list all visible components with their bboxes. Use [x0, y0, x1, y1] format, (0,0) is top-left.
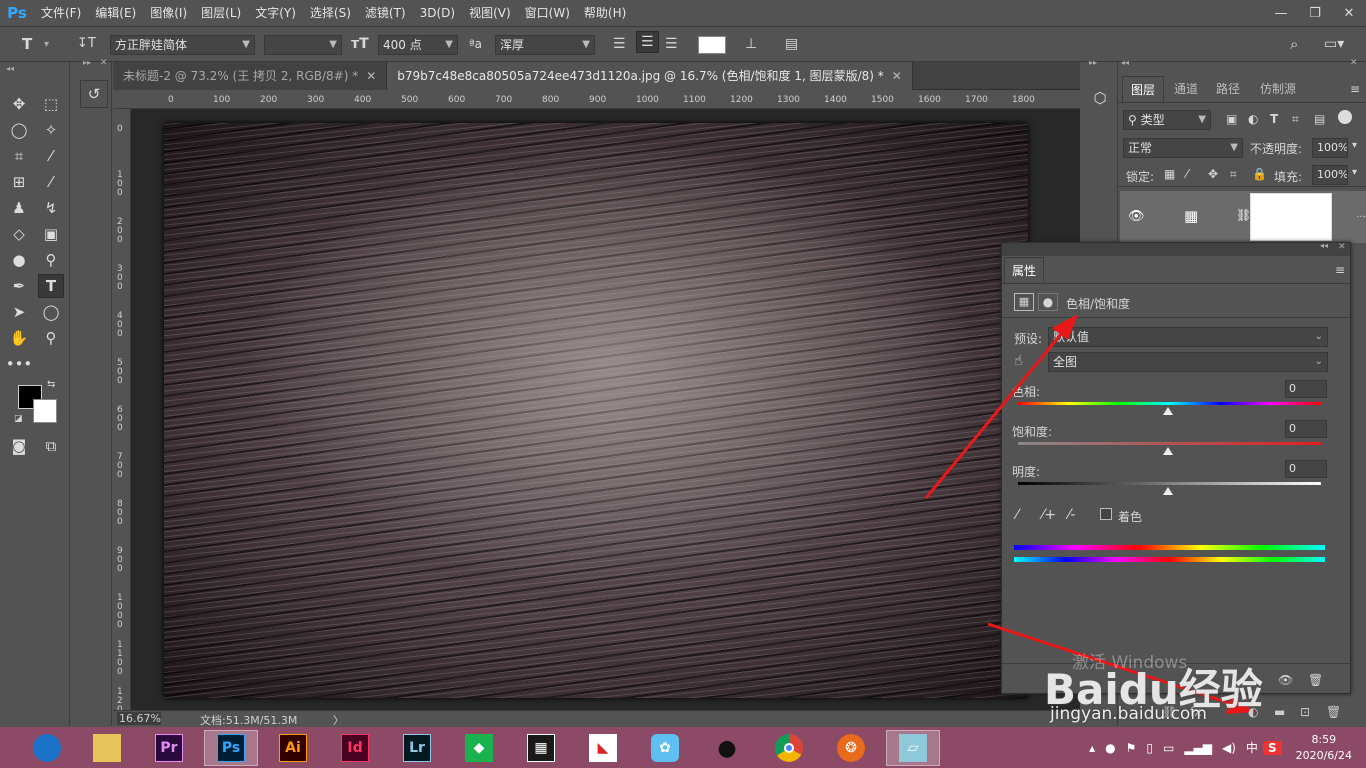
- new-adjustment-icon[interactable]: ◐: [1248, 705, 1258, 719]
- taskbar-app-illustrator[interactable]: Ai: [266, 730, 320, 766]
- taskbar-app-file-explorer[interactable]: [80, 730, 134, 766]
- clock-date: 2020/6/24: [1295, 748, 1352, 762]
- taskbar-app-green[interactable]: ◆: [452, 730, 506, 766]
- arrow-head: [1052, 314, 1078, 340]
- new-layer-icon[interactable]: ⊡: [1300, 705, 1310, 719]
- taskbar-app-qq[interactable]: ●: [700, 730, 754, 766]
- battery-icon[interactable]: ▭: [1158, 741, 1179, 755]
- chevron-up-icon[interactable]: ▴: [1084, 741, 1100, 755]
- indesign-icon: Id: [341, 734, 369, 762]
- ime-indicator[interactable]: 中: [1241, 739, 1263, 756]
- taskbar-app-photoshop[interactable]: Ps: [204, 730, 258, 766]
- fx-icon[interactable]: fx: [1190, 705, 1201, 719]
- usb-icon[interactable]: ▯: [1141, 741, 1158, 755]
- clock[interactable]: 8:59 2020/6/24: [1282, 732, 1366, 764]
- qq-tray-icon[interactable]: ●: [1100, 741, 1120, 755]
- taskbar-app-chrome[interactable]: [762, 730, 816, 766]
- clock-time: 8:59: [1311, 732, 1337, 746]
- orange-app-icon: ❂: [837, 734, 865, 762]
- lightroom-icon: Lr: [403, 734, 431, 762]
- folder-icon: [93, 734, 121, 762]
- link-layers-icon[interactable]: ⛓: [1162, 705, 1177, 719]
- arrow-line: [987, 622, 1239, 708]
- windows-taskbar: Pr Ps Ai Id Lr ◆ ▦ ◣ ✿ ● ❂ ▱ ▴ ● ⚑ ▯ ▭ ▂…: [0, 727, 1366, 768]
- sogou-icon[interactable]: S: [1262, 740, 1282, 755]
- annotation-arrows: [924, 314, 1256, 714]
- qq-penguin-icon: ●: [717, 735, 737, 761]
- illustrator-icon: Ai: [279, 734, 307, 762]
- delete-layer-icon[interactable]: 🗑: [1326, 705, 1341, 719]
- taskbar-app-video-editor[interactable]: ▦: [514, 730, 568, 766]
- red-green-app-icon: ◣: [589, 734, 617, 762]
- taskbar-app-indesign[interactable]: Id: [328, 730, 382, 766]
- green-app-icon: ◆: [465, 734, 493, 762]
- system-tray: ▴ ● ⚑ ▯ ▭ ▂▄▆ ◀) 中 S 8:59 2020/6/24: [1084, 727, 1366, 768]
- browser-360-icon: [33, 734, 61, 762]
- taskbar-app-premiere[interactable]: Pr: [142, 730, 196, 766]
- arrow-line: [924, 327, 1068, 499]
- premiere-icon: Pr: [155, 734, 183, 762]
- taskbar-app-lightroom[interactable]: Lr: [390, 730, 444, 766]
- taskbar-app-red-green[interactable]: ◣: [576, 730, 630, 766]
- flag-icon[interactable]: ⚑: [1121, 741, 1142, 755]
- film-icon: ▦: [527, 734, 555, 762]
- taskbar-app-bird[interactable]: ✿: [638, 730, 692, 766]
- bird-app-icon: ✿: [651, 734, 679, 762]
- photoshop-window: Ps 文件(F) 编辑(E) 图像(I) 图层(L) 文字(Y) 选择(S) 滤…: [0, 0, 1366, 768]
- chrome-icon: [775, 734, 803, 762]
- photoshop-icon: Ps: [217, 734, 245, 762]
- taskbar-app-note[interactable]: ▱: [886, 730, 940, 766]
- new-group-icon[interactable]: ▬: [1274, 705, 1285, 719]
- note-app-icon: ▱: [899, 734, 927, 762]
- layers-bottom-bar: ⛓ fx ◐ ▬ ⊡ 🗑: [1160, 704, 1360, 724]
- taskbar-app-orange[interactable]: ❂: [824, 730, 878, 766]
- chrome-center: [784, 743, 794, 753]
- network-signal-icon[interactable]: ▂▄▆: [1179, 741, 1217, 755]
- volume-icon[interactable]: ◀): [1217, 741, 1241, 755]
- taskbar-app-browser-360[interactable]: [20, 730, 74, 766]
